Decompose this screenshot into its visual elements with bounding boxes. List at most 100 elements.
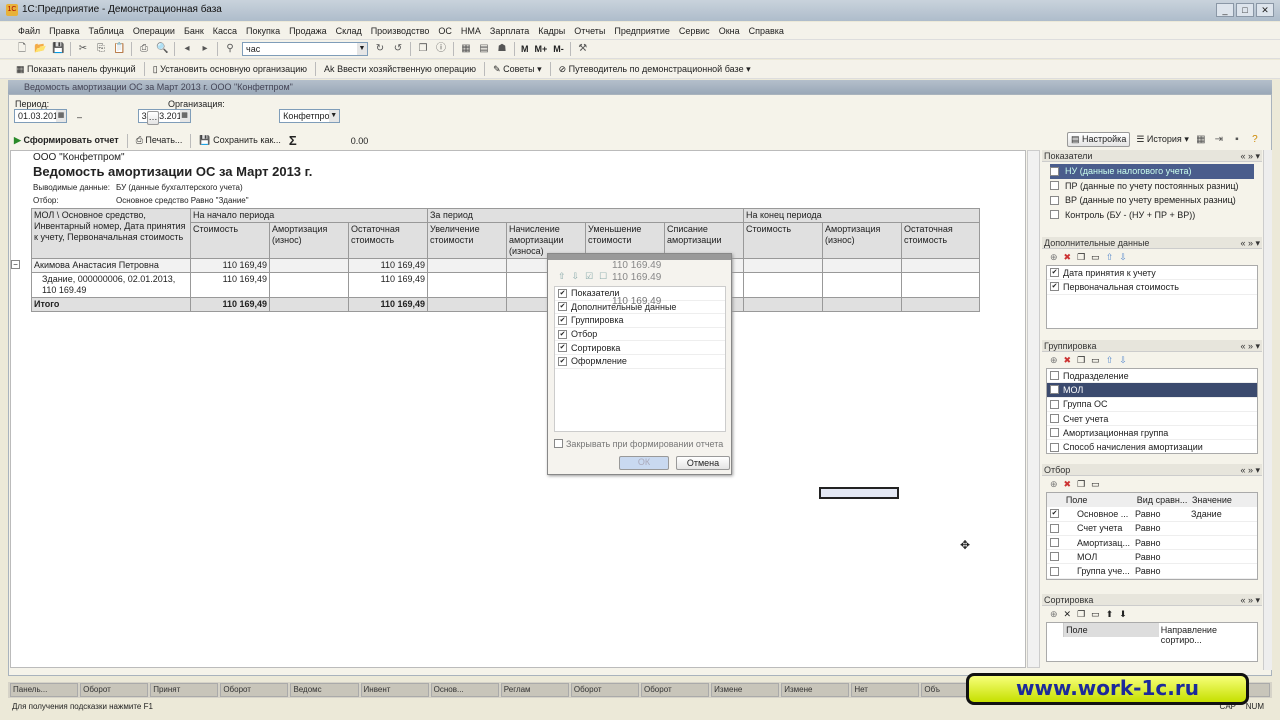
move-up-icon[interactable]: ⇧: [1106, 355, 1114, 366]
calculator-icon[interactable]: ▦: [460, 43, 472, 55]
delete-icon[interactable]: ✕: [1064, 609, 1072, 620]
checkbox[interactable]: [1050, 552, 1059, 562]
list-item[interactable]: Счет учета: [1047, 412, 1257, 427]
list-item[interactable]: ✔ Дата принятия к учету: [1047, 266, 1257, 281]
checkbox[interactable]: [1050, 210, 1059, 220]
section-item[interactable]: ✔ Оформление: [555, 355, 725, 369]
taskbar-window-button[interactable]: Панель...: [10, 683, 79, 697]
checkbox[interactable]: ✔: [558, 288, 567, 298]
checkbox[interactable]: [1050, 428, 1059, 438]
checkbox[interactable]: ✔: [558, 315, 567, 325]
menu-item[interactable]: Правка: [49, 26, 79, 36]
cut-icon[interactable]: ✂: [77, 43, 89, 55]
menu-item[interactable]: Склад: [336, 26, 362, 36]
move-down-icon[interactable]: ⬇: [1119, 609, 1127, 620]
preview-icon[interactable]: 🔍: [156, 43, 168, 55]
copy-icon[interactable]: ⎘: [95, 43, 107, 55]
menu-item[interactable]: Покупка: [246, 26, 280, 36]
generate-report-button[interactable]: ▶ Сформировать отчет: [14, 135, 119, 146]
show-functions-panel-button[interactable]: ▦ Показать панель функций: [16, 64, 136, 75]
checkbox[interactable]: [1050, 399, 1059, 409]
panel-scrollbar[interactable]: [1263, 150, 1272, 670]
column-header[interactable]: Поле: [1064, 623, 1159, 637]
menu-item[interactable]: Таблица: [89, 26, 124, 36]
date-from-input[interactable]: 01.03.2013 ▦: [14, 109, 68, 123]
calendar-icon[interactable]: ▦: [56, 110, 67, 122]
menu-item[interactable]: Зарплата: [490, 26, 529, 36]
ok-button[interactable]: ОК: [619, 456, 669, 470]
memory-button[interactable]: M: [521, 44, 529, 54]
organization-select[interactable]: Конфетпром ▼: [279, 109, 340, 123]
taskbar-window-button[interactable]: Инвент: [360, 683, 429, 697]
section-item[interactable]: ✔ Группировка: [555, 314, 725, 328]
find-next-icon[interactable]: ↻: [374, 43, 386, 55]
save-icon[interactable]: 💾: [52, 43, 64, 55]
search-input[interactable]: час ▼: [242, 42, 368, 56]
menu-item[interactable]: ОС: [438, 26, 452, 36]
taskbar-window-button[interactable]: Ведомс: [290, 683, 359, 697]
panel-controls-icon[interactable]: « » ▾: [1240, 151, 1260, 161]
menu-item[interactable]: Окна: [719, 26, 740, 36]
list-item[interactable]: Способ начисления амортизации: [1047, 440, 1257, 453]
taskbar-window-button[interactable]: Принят: [150, 683, 219, 697]
chevron-down-icon[interactable]: ▼: [357, 43, 367, 55]
report-vertical-scrollbar[interactable]: [1027, 150, 1040, 668]
section-item[interactable]: ✔ Сортировка: [555, 341, 725, 355]
enter-operation-button[interactable]: Ak Ввести хозяйственную операцию: [324, 64, 476, 74]
indicator-item[interactable]: ПР (данные по учету постоянных разниц): [1050, 179, 1254, 194]
column-header[interactable]: Значение: [1192, 495, 1257, 505]
taskbar-window-button[interactable]: Измене: [711, 683, 780, 697]
save-as-button[interactable]: 💾 Сохранить как...: [199, 135, 281, 146]
list-item[interactable]: Амортизационная группа: [1047, 426, 1257, 441]
checkbox[interactable]: [1050, 538, 1059, 548]
checkbox[interactable]: [1050, 166, 1059, 176]
taskbar-window-button[interactable]: Измене: [781, 683, 850, 697]
menu-item[interactable]: Справка: [749, 26, 784, 36]
delete-icon[interactable]: ✖: [1064, 252, 1072, 263]
new-icon[interactable]: 🗋: [16, 43, 28, 55]
checkbox[interactable]: [1050, 523, 1059, 533]
forward-icon[interactable]: ▸: [199, 43, 211, 55]
guide-button[interactable]: ⊘ Путеводитель по демонстрационной базе …: [559, 64, 751, 75]
menu-item[interactable]: Сервис: [679, 26, 710, 36]
taskbar-window-button[interactable]: Оборот: [80, 683, 149, 697]
tools-icon[interactable]: ⚒: [577, 43, 589, 55]
list-item[interactable]: ✔ Первоначальная стоимость: [1047, 280, 1257, 295]
checkbox[interactable]: ✔: [558, 343, 567, 353]
checkbox[interactable]: [1050, 414, 1059, 424]
selected-cell[interactable]: [819, 487, 899, 499]
move-down-icon[interactable]: ⇩: [1119, 252, 1127, 263]
cancel-button[interactable]: Отмена: [676, 456, 730, 470]
column-header[interactable]: Поле: [1066, 495, 1133, 505]
checkbox[interactable]: ✔: [1050, 268, 1059, 278]
sum-icon[interactable]: Σ: [289, 133, 297, 148]
taskbar-window-button[interactable]: Оборот: [220, 683, 289, 697]
filter-row[interactable]: Группа уче... Равно: [1047, 564, 1257, 579]
print-icon[interactable]: ⎙: [138, 43, 150, 55]
open-icon[interactable]: 📂: [34, 43, 46, 55]
taskbar-window-button[interactable]: Основ...: [430, 683, 499, 697]
filter-row[interactable]: Амортизац... Равно: [1047, 536, 1257, 551]
checkbox[interactable]: ✔: [558, 302, 567, 312]
layout-icon[interactable]: ▦: [1195, 134, 1207, 146]
copy-icon[interactable]: ❐: [1077, 479, 1085, 490]
close-button[interactable]: ✕: [1256, 3, 1274, 17]
memory-minus-button[interactable]: M-: [553, 44, 564, 54]
windows-icon[interactable]: ❐: [417, 43, 429, 55]
section-item[interactable]: ✔ Отбор: [555, 328, 725, 342]
menu-item[interactable]: Операции: [133, 26, 175, 36]
uncheck-all-icon[interactable]: ☐: [599, 271, 607, 282]
copy-icon[interactable]: ❐: [1077, 609, 1085, 620]
checkbox[interactable]: [1050, 371, 1059, 381]
column-header[interactable]: Направление сортиро...: [1159, 623, 1257, 647]
delete-icon[interactable]: ✖: [1064, 355, 1072, 366]
close-on-generate-checkbox[interactable]: Закрывать при формировании отчета: [554, 439, 723, 449]
indicator-item[interactable]: Контроль (БУ - (НУ + ПР + ВР)): [1050, 208, 1254, 223]
menu-item[interactable]: Кадры: [538, 26, 565, 36]
find-prev-icon[interactable]: ↺: [392, 43, 404, 55]
date-to-input[interactable]: 31.03.2013 ▦: [137, 109, 191, 123]
panel-controls-icon[interactable]: « » ▾: [1240, 465, 1260, 475]
move-up-icon[interactable]: ⬆: [1106, 609, 1114, 620]
checkbox[interactable]: ✔: [1050, 385, 1059, 395]
collapse-group-toggle[interactable]: −: [11, 260, 20, 269]
